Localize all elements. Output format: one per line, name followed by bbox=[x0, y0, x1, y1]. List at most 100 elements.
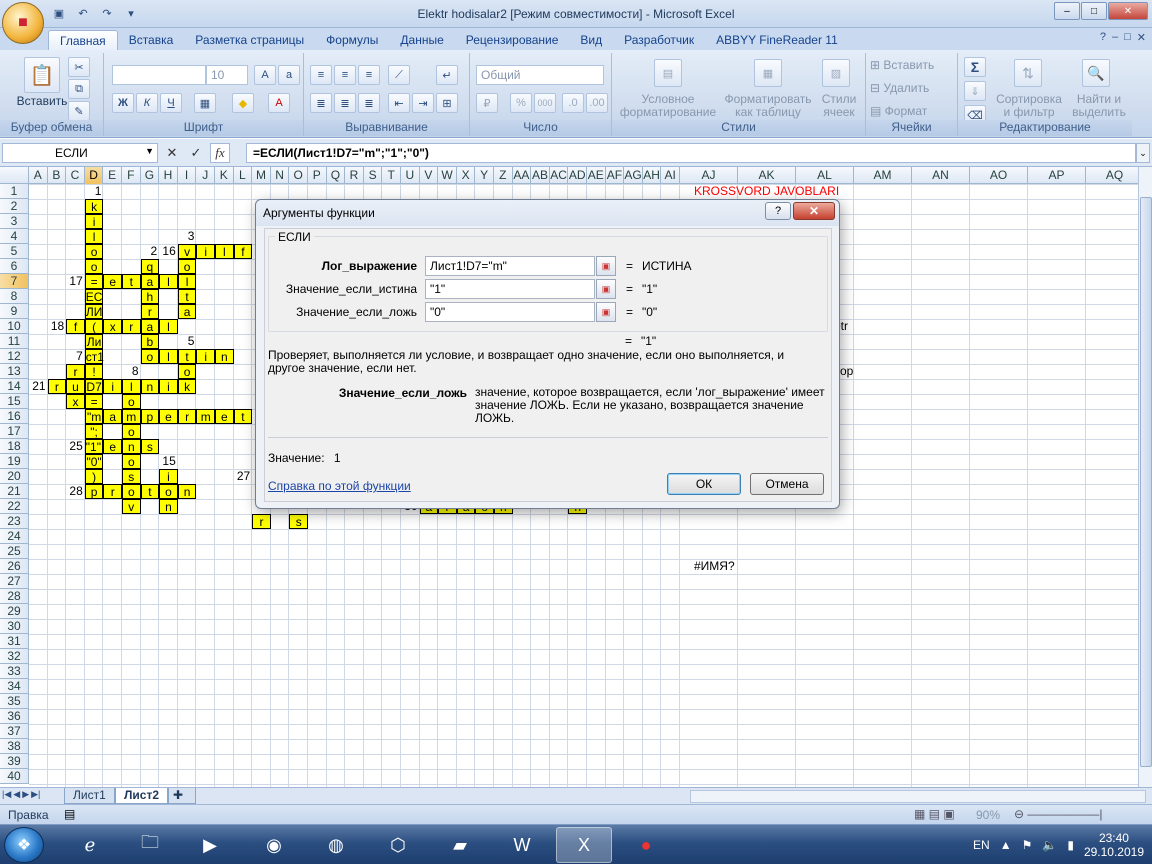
crossword-letter-cell[interactable]: i bbox=[196, 349, 215, 364]
row-header-18[interactable]: 18 bbox=[0, 439, 29, 454]
crossword-letter-cell[interactable]: t bbox=[233, 409, 253, 424]
italic-button[interactable]: К bbox=[136, 93, 158, 113]
sort-filter-label[interactable]: Сортировка и фильтр bbox=[994, 93, 1064, 119]
function-help-link[interactable]: Справка по этой функции bbox=[268, 479, 411, 493]
column-header-m[interactable]: M bbox=[252, 167, 271, 184]
row-header-19[interactable]: 19 bbox=[0, 454, 29, 469]
collapse-dialog-icon[interactable]: ▣ bbox=[596, 256, 616, 276]
insert-function-button[interactable]: fx bbox=[210, 143, 230, 163]
view-buttons[interactable]: ▦ ▤ ▣ bbox=[914, 807, 955, 821]
crossword-letter-cell[interactable]: v bbox=[122, 499, 141, 514]
row-header-20[interactable]: 20 bbox=[0, 469, 29, 484]
crossword-number-cell[interactable]: 25 bbox=[66, 439, 85, 454]
crossword-letter-cell[interactable]: t bbox=[177, 349, 197, 364]
crossword-letter-cell[interactable]: ! bbox=[84, 364, 104, 379]
action-center-icon[interactable]: ⚑ bbox=[1022, 838, 1033, 852]
row-header-12[interactable]: 12 bbox=[0, 349, 29, 364]
underline-button[interactable]: Ч bbox=[160, 93, 182, 113]
row-header-27[interactable]: 27 bbox=[0, 574, 29, 589]
column-header-k[interactable]: K bbox=[215, 167, 234, 184]
row-header-15[interactable]: 15 bbox=[0, 394, 29, 409]
row-header-5[interactable]: 5 bbox=[0, 244, 29, 259]
row-header-11[interactable]: 11 bbox=[0, 334, 29, 349]
crossword-letter-cell[interactable]: l bbox=[159, 349, 178, 364]
network-tray-icon[interactable]: ▮ bbox=[1067, 838, 1074, 852]
column-header-x[interactable]: X bbox=[457, 167, 476, 184]
column-header-ae[interactable]: AE bbox=[587, 167, 606, 184]
crossword-number-cell[interactable]: 17 bbox=[66, 274, 85, 289]
crossword-letter-cell[interactable]: e bbox=[103, 274, 122, 289]
column-header-a[interactable]: A bbox=[29, 167, 48, 184]
row-header-7[interactable]: 7 bbox=[0, 274, 29, 289]
bold-button[interactable]: Ж bbox=[112, 93, 134, 113]
zoom-level[interactable]: 90% bbox=[976, 808, 1000, 822]
row-header-29[interactable]: 29 bbox=[0, 604, 29, 619]
grow-font-icon[interactable]: A bbox=[254, 65, 276, 85]
font-name-combo[interactable] bbox=[112, 65, 206, 85]
crossword-number-cell[interactable]: 15 bbox=[159, 454, 178, 469]
column-header-s[interactable]: S bbox=[364, 167, 383, 184]
crossword-letter-cell[interactable]: a bbox=[177, 304, 197, 319]
format-table-icon[interactable]: ▦ bbox=[754, 59, 782, 87]
column-header-e[interactable]: E bbox=[103, 167, 122, 184]
arg-input-logical[interactable]: Лист1!D7="m" bbox=[425, 256, 595, 276]
fill-color-icon[interactable]: ◆ bbox=[232, 93, 254, 113]
cancel-button[interactable]: Отмена bbox=[750, 473, 824, 495]
crossword-letter-cell[interactable]: m bbox=[196, 409, 215, 424]
decrease-indent-icon[interactable]: ⇤ bbox=[388, 93, 410, 113]
crossword-letter-cell[interactable]: o bbox=[122, 454, 141, 469]
orientation-icon[interactable]: ⟋ bbox=[388, 65, 410, 85]
insert-cells-button[interactable]: ⊞ Вставить bbox=[870, 59, 954, 72]
maximize-button[interactable]: □ bbox=[1081, 2, 1107, 20]
row-header-8[interactable]: 8 bbox=[0, 289, 29, 304]
column-header-p[interactable]: P bbox=[308, 167, 327, 184]
row-header-10[interactable]: 10 bbox=[0, 319, 29, 334]
crossword-letter-cell[interactable]: r bbox=[177, 409, 197, 424]
row-header-23[interactable]: 23 bbox=[0, 514, 29, 529]
column-header-h[interactable]: H bbox=[159, 167, 178, 184]
crossword-letter-cell[interactable]: o bbox=[177, 259, 197, 274]
crossword-letter-cell[interactable]: n bbox=[159, 499, 178, 514]
crossword-letter-cell[interactable]: = bbox=[84, 394, 104, 409]
crossword-letter-cell[interactable]: ЕС bbox=[84, 289, 104, 304]
crossword-letter-cell[interactable]: s bbox=[122, 469, 141, 484]
prev-sheet-icon[interactable]: ◀ bbox=[13, 789, 20, 800]
column-header-j[interactable]: J bbox=[196, 167, 215, 184]
crossword-number-cell[interactable]: 7 bbox=[66, 349, 85, 364]
crossword-number-cell[interactable]: 1 bbox=[85, 184, 104, 199]
tab-review[interactable]: Рецензирование bbox=[455, 30, 570, 50]
row-header-33[interactable]: 33 bbox=[0, 664, 29, 679]
currency-icon[interactable]: ₽ bbox=[476, 93, 498, 113]
column-header-ao[interactable]: AO bbox=[970, 167, 1028, 184]
column-header-ak[interactable]: AK bbox=[738, 167, 796, 184]
paste-label[interactable]: Вставить bbox=[10, 95, 74, 108]
format-painter-icon[interactable]: ✎ bbox=[68, 101, 90, 121]
row-header-40[interactable]: 40 bbox=[0, 769, 29, 784]
crossword-number-cell[interactable]: 5 bbox=[178, 334, 197, 349]
close-button[interactable]: ✕ bbox=[1108, 2, 1148, 20]
crossword-number-cell[interactable]: 27 bbox=[234, 469, 253, 484]
network-icon[interactable]: ◍ bbox=[308, 827, 364, 863]
crossword-letter-cell[interactable]: e bbox=[215, 409, 234, 424]
chevron-down-icon[interactable]: ▼ bbox=[145, 146, 154, 156]
column-header-t[interactable]: T bbox=[382, 167, 401, 184]
column-header-af[interactable]: AF bbox=[606, 167, 625, 184]
crossword-letter-cell[interactable]: l bbox=[84, 229, 104, 244]
crossword-letter-cell[interactable]: "0" bbox=[84, 454, 104, 469]
copy-icon[interactable]: ⧉ bbox=[68, 79, 90, 99]
arg-input-true[interactable]: "1" bbox=[425, 279, 595, 299]
crossword-letter-cell[interactable]: e bbox=[159, 409, 178, 424]
row-header-21[interactable]: 21 bbox=[0, 484, 29, 499]
crossword-number-cell[interactable]: 16 bbox=[159, 244, 178, 259]
column-header-l[interactable]: L bbox=[234, 167, 253, 184]
sheet-tab-list1[interactable]: Лист1 bbox=[64, 788, 115, 804]
row-header-14[interactable]: 14 bbox=[0, 379, 29, 394]
tab-page-layout[interactable]: Разметка страницы bbox=[184, 30, 315, 50]
tab-developer[interactable]: Разработчик bbox=[613, 30, 705, 50]
column-header-o[interactable]: O bbox=[289, 167, 308, 184]
row-header-37[interactable]: 37 bbox=[0, 724, 29, 739]
align-bottom-icon[interactable]: ≡ bbox=[358, 65, 380, 85]
format-table-label[interactable]: Форматировать как таблицу bbox=[722, 93, 814, 119]
font-color-icon[interactable]: A bbox=[268, 93, 290, 113]
find-select-label[interactable]: Найти и выделить bbox=[1068, 93, 1130, 119]
